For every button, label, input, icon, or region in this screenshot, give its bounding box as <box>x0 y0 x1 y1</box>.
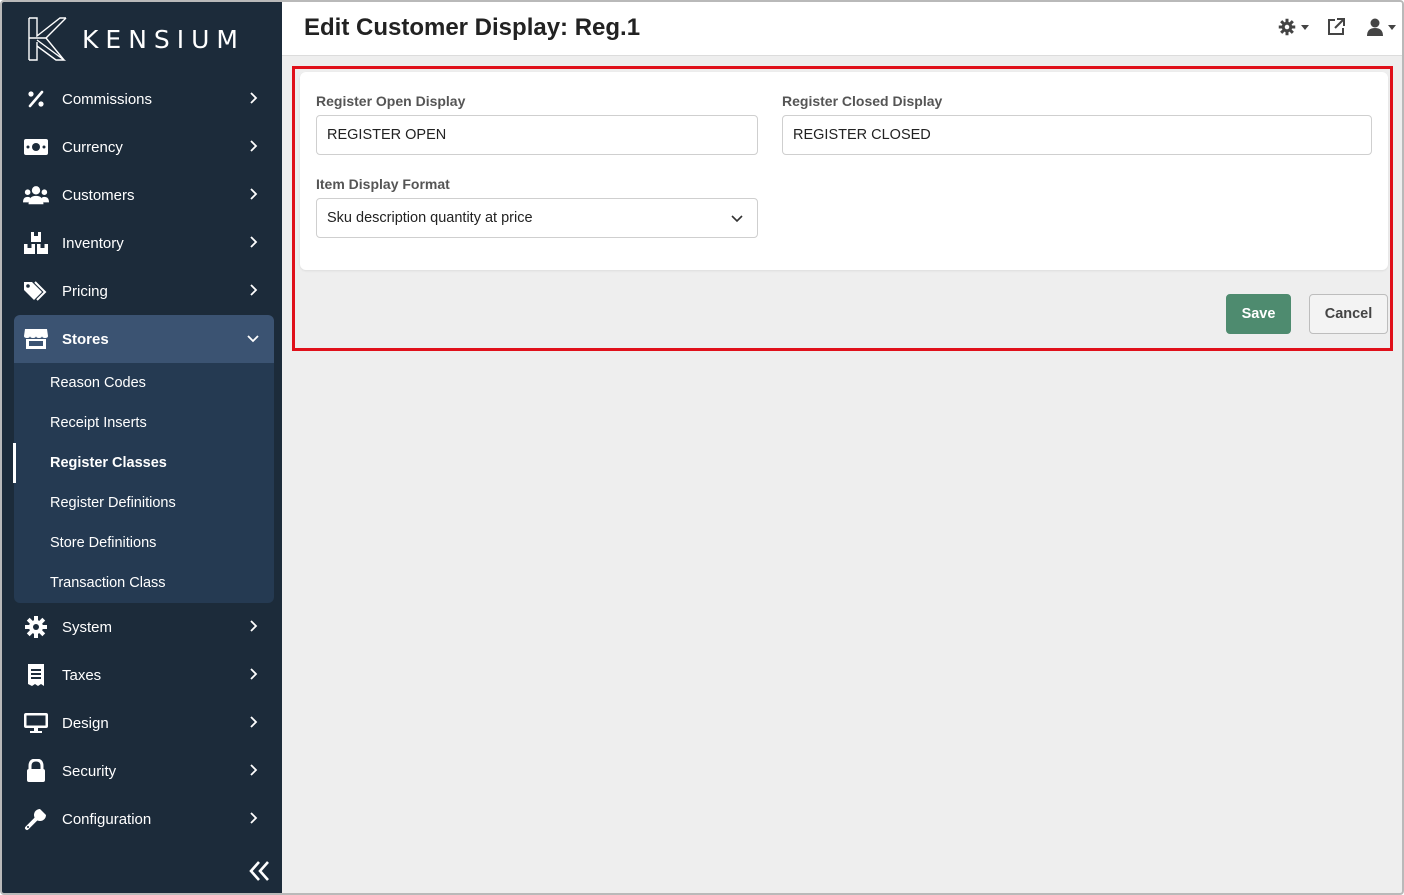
sidebar-item-configuration[interactable]: Configuration <box>14 795 274 843</box>
highlight-box <box>292 66 1393 351</box>
sidebar-item-pricing[interactable]: Pricing <box>14 267 274 315</box>
sidebar-item-system[interactable]: System <box>14 603 274 651</box>
chevron-right-icon <box>250 236 258 248</box>
sidebar-item-inventory[interactable]: Inventory <box>14 219 274 267</box>
sidebar-item-label: Taxes <box>62 666 102 684</box>
chevron-down-icon <box>247 335 259 343</box>
app-window: KENSIUM Commissions Currency Customers I… <box>0 0 1404 895</box>
caret-down-icon <box>1388 24 1396 30</box>
chevron-right-icon <box>250 668 258 680</box>
sidebar-item-currency[interactable]: Currency <box>14 123 274 171</box>
sidebar-item-design[interactable]: Design <box>14 699 274 747</box>
sidebar-item-security[interactable]: Security <box>14 747 274 795</box>
settings-menu[interactable] <box>1278 18 1309 36</box>
active-indicator <box>13 443 16 483</box>
user-icon <box>1367 18 1383 36</box>
percent-icon <box>23 87 49 111</box>
user-menu[interactable] <box>1367 18 1396 36</box>
chevron-right-icon <box>250 92 258 104</box>
sidebar-item-label: System <box>62 618 113 636</box>
sidebar-item-stores[interactable]: Stores <box>14 315 274 363</box>
sidebar-item-label: Stores <box>62 330 109 348</box>
lock-icon <box>23 759 49 783</box>
money-icon <box>23 135 49 159</box>
wrench-icon <box>23 807 49 831</box>
sidebar-item-label: Configuration <box>62 810 152 828</box>
chevron-right-icon <box>250 764 258 776</box>
tags-icon <box>23 279 49 303</box>
chevron-right-icon <box>250 620 258 632</box>
sidebar-item-label: Customers <box>62 186 135 204</box>
open-external-button[interactable] <box>1327 18 1345 36</box>
chevron-right-icon <box>250 716 258 728</box>
header-actions <box>1264 18 1396 36</box>
brand-logo[interactable]: KENSIUM <box>26 16 245 62</box>
brand-name: KENSIUM <box>82 24 246 54</box>
gear-icon <box>1278 18 1296 36</box>
sidebar-item-label: Security <box>62 762 117 780</box>
chevron-right-icon <box>250 140 258 152</box>
sidebar-item-customers[interactable]: Customers <box>14 171 274 219</box>
external-link-icon <box>1328 18 1345 35</box>
submenu-item-transaction-class[interactable]: Transaction Class <box>50 563 166 603</box>
chevron-right-icon <box>250 812 258 824</box>
chevron-right-icon <box>250 284 258 296</box>
monitor-icon <box>23 711 49 735</box>
page-title: Edit Customer Display: Reg.1 <box>304 14 641 41</box>
page-header: Edit Customer Display: Reg.1 <box>282 2 1402 56</box>
submenu-item-store-definitions[interactable]: Store Definitions <box>50 523 156 563</box>
sidebar-item-label: Inventory <box>62 234 124 252</box>
store-icon <box>23 327 49 351</box>
submenu-item-receipt-inserts[interactable]: Receipt Inserts <box>50 403 147 443</box>
caret-down-icon <box>1301 24 1309 30</box>
sidebar-item-taxes[interactable]: Taxes <box>14 651 274 699</box>
submenu-item-register-definitions[interactable]: Register Definitions <box>50 483 176 523</box>
users-icon <box>23 183 49 207</box>
collapse-sidebar-icon[interactable] <box>246 858 272 884</box>
submenu-item-register-classes[interactable]: Register Classes <box>50 443 167 483</box>
receipt-icon <box>23 663 49 687</box>
sidebar-item-label: Design <box>62 714 109 732</box>
kensium-logo-icon <box>28 17 67 61</box>
boxes-icon <box>23 231 49 255</box>
gear-icon <box>23 615 49 639</box>
submenu-item-reason-codes[interactable]: Reason Codes <box>50 363 146 403</box>
sidebar-item-label: Currency <box>62 138 123 156</box>
sidebar-item-label: Pricing <box>62 282 108 300</box>
sidebar-item-commissions[interactable]: Commissions <box>14 75 274 123</box>
chevron-right-icon <box>250 188 258 200</box>
sidebar-item-label: Commissions <box>62 90 153 108</box>
sidebar: KENSIUM Commissions Currency Customers I… <box>2 2 282 893</box>
